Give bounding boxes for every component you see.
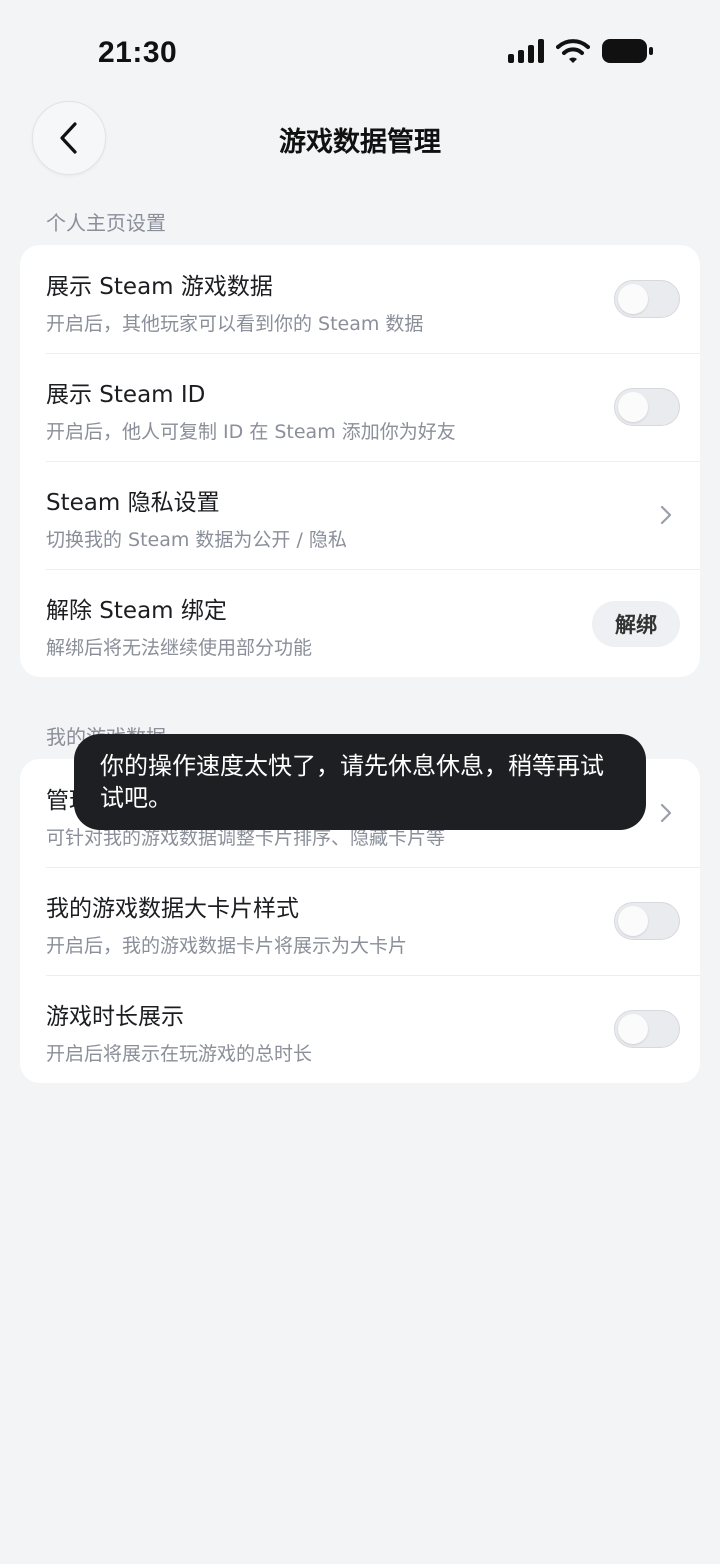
page-title: 游戏数据管理 xyxy=(279,127,441,158)
setting-row-large-card-style[interactable]: 我的游戏数据大卡片样式 开启后，我的游戏数据卡片将展示为大卡片 xyxy=(20,867,700,975)
setting-title: 解除 Steam 绑定 xyxy=(46,598,227,624)
setting-subtitle: 开启后将展示在玩游戏的总时长 xyxy=(46,1043,313,1065)
setting-subtitle: 开启后，其他玩家可以看到你的 Steam 数据 xyxy=(46,313,424,335)
setting-subtitle: 开启后，他人可复制 ID 在 Steam 添加你为好友 xyxy=(46,421,456,443)
screen: 21:30 游戏数据管理 个人主页设置 展示 Steam 游戏数据 开启后，其他… xyxy=(0,0,720,1564)
toggle-knob xyxy=(618,1014,648,1044)
setting-subtitle: 开启后，我的游戏数据卡片将展示为大卡片 xyxy=(46,935,408,957)
toggle-knob xyxy=(618,392,648,422)
status-icons xyxy=(508,38,654,64)
nav-header: 游戏数据管理 xyxy=(0,100,720,176)
playtime-display-toggle[interactable] xyxy=(614,1010,680,1048)
show-steam-id-toggle[interactable] xyxy=(614,388,680,426)
unbind-button[interactable]: 解绑 xyxy=(592,601,680,647)
setting-row-unbind-steam: 解除 Steam 绑定 解绑后将无法继续使用部分功能 解绑 xyxy=(20,569,700,677)
setting-row-show-steam-data[interactable]: 展示 Steam 游戏数据 开启后，其他玩家可以看到你的 Steam 数据 xyxy=(20,245,700,353)
section-label-profile-settings: 个人主页设置 xyxy=(46,211,166,235)
setting-subtitle: 切换我的 Steam 数据为公开 / 隐私 xyxy=(46,529,347,551)
status-time: 21:30 xyxy=(98,36,178,69)
large-card-style-toggle[interactable] xyxy=(614,902,680,940)
setting-title: Steam 隐私设置 xyxy=(46,490,220,516)
toast-message: 你的操作速度太快了，请先休息休息，稍等再试试吧。 xyxy=(100,752,604,812)
chevron-right-icon xyxy=(656,799,676,827)
status-bar: 21:30 xyxy=(0,0,720,100)
setting-title: 游戏时长展示 xyxy=(46,1004,184,1030)
wifi-icon xyxy=(556,39,590,63)
chevron-right-icon xyxy=(656,501,676,529)
battery-icon xyxy=(602,39,653,63)
show-steam-data-toggle[interactable] xyxy=(614,280,680,318)
setting-row-steam-privacy[interactable]: Steam 隐私设置 切换我的 Steam 数据为公开 / 隐私 xyxy=(20,461,700,569)
setting-title: 我的游戏数据大卡片样式 xyxy=(46,896,299,922)
rate-limit-toast: 你的操作速度太快了，请先休息休息，稍等再试试吧。 xyxy=(74,734,646,830)
cellular-signal-icon xyxy=(508,39,544,63)
setting-title: 展示 Steam 游戏数据 xyxy=(46,274,273,300)
setting-row-show-steam-id[interactable]: 展示 Steam ID 开启后，他人可复制 ID 在 Steam 添加你为好友 xyxy=(20,353,700,461)
toggle-knob xyxy=(618,906,648,936)
toggle-knob xyxy=(618,284,648,314)
setting-title: 展示 Steam ID xyxy=(46,382,206,408)
setting-row-playtime-display[interactable]: 游戏时长展示 开启后将展示在玩游戏的总时长 xyxy=(20,975,700,1083)
setting-subtitle: 解绑后将无法继续使用部分功能 xyxy=(46,637,313,659)
profile-settings-card: 展示 Steam 游戏数据 开启后，其他玩家可以看到你的 Steam 数据 展示… xyxy=(20,245,700,677)
